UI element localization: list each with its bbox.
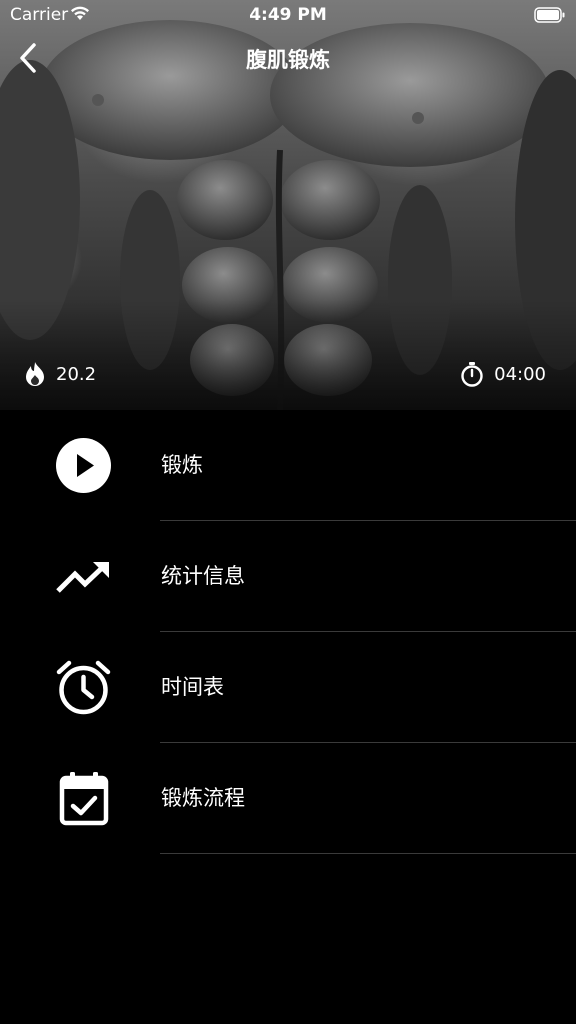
duration-value: 04:00 [494,363,546,385]
hero-shade [0,300,576,410]
menu-item-label: 统计信息 [161,564,245,588]
page-title: 腹肌锻炼 [246,48,330,72]
calories-value: 20.2 [56,363,97,385]
flame-icon [24,361,46,387]
menu-list: 锻炼 统计信息 时间表 锻炼流程 [0,410,576,854]
menu-item-statistics[interactable]: 统计信息 [0,521,576,632]
menu-item-label: 锻炼 [161,453,203,477]
calendar-check-icon [55,770,112,827]
status-time: 4:49 PM [249,5,327,25]
menu-item-workout-flow[interactable]: 锻炼流程 [0,743,576,854]
calories-stat: 20.2 [24,360,96,388]
battery-icon [534,7,566,27]
trending-up-icon [55,548,112,605]
play-circle-icon [55,437,112,494]
divider [160,853,576,854]
duration-stat: 04:00 [460,360,546,388]
menu-item-label: 锻炼流程 [161,786,245,810]
status-bar: Carrier 4:49 PM [0,0,576,30]
stopwatch-icon [460,361,484,387]
menu-item-workout[interactable]: 锻炼 [0,410,576,521]
menu-item-label: 时间表 [161,675,224,699]
menu-item-schedule[interactable]: 时间表 [0,632,576,743]
alarm-clock-icon [55,659,112,716]
